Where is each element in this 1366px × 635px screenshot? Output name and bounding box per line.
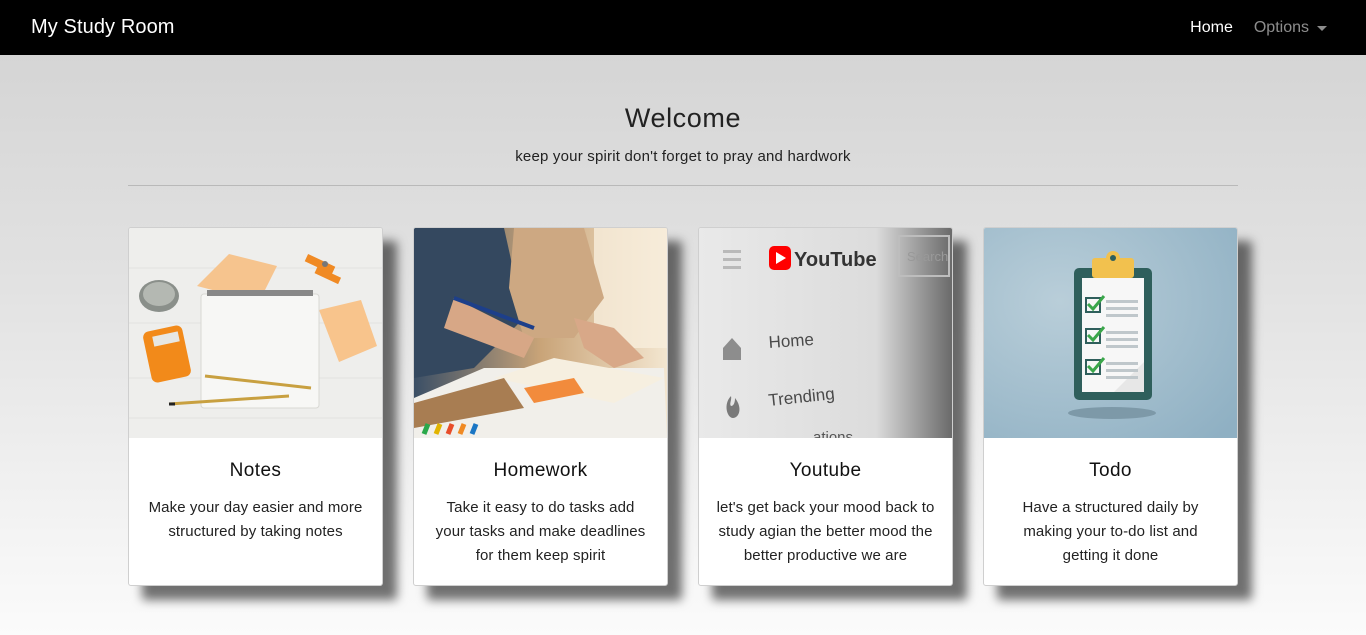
menu-icon [723, 250, 741, 269]
notes-desk-image [129, 228, 382, 438]
header-divider [128, 185, 1238, 186]
brand-title[interactable]: My Study Room [31, 16, 175, 39]
card-title: Notes [229, 460, 282, 481]
nav-options-label: Options [1253, 18, 1309, 36]
youtube-screen-image: YouTube Search Home Trending ations [699, 228, 952, 438]
card-homework[interactable]: Homework Take it easy to do tasks add yo… [413, 227, 668, 586]
welcome-header: Welcome keep your spirit don't forget to… [128, 103, 1238, 165]
menu-partial-text: ations [813, 429, 853, 438]
card-text: let's get back your mood back to study a… [716, 499, 935, 564]
nav-links: Home Options [1190, 19, 1335, 37]
card-title: Youtube [789, 460, 862, 481]
nav-home-link[interactable]: Home [1190, 19, 1233, 37]
card-text: Have a structured daily by making your t… [1022, 499, 1199, 564]
nav-options-dropdown[interactable]: Options [1254, 19, 1327, 37]
menu-home-text: Home [768, 330, 815, 352]
feature-cards: Notes Make your day easier and more stru… [128, 227, 1238, 586]
clipboard-checklist-image [984, 228, 1237, 438]
card-todo[interactable]: Todo Have a structured daily by making y… [983, 227, 1238, 586]
page-subtitle: keep your spirit don't forget to pray an… [515, 148, 851, 165]
homework-study-image [414, 228, 667, 438]
card-title: Todo [1089, 460, 1132, 481]
card-youtube[interactable]: YouTube Search Home Trending ations Yout… [698, 227, 953, 586]
card-text: Take it easy to do tasks add your tasks … [435, 499, 646, 564]
chevron-down-icon [1317, 26, 1327, 31]
top-navbar: My Study Room Home Options [0, 0, 1366, 55]
youtube-search-text: Search [907, 249, 948, 264]
youtube-logo-text: YouTube [794, 249, 877, 271]
card-text: Make your day easier and more structured… [148, 499, 363, 540]
card-notes[interactable]: Notes Make your day easier and more stru… [128, 227, 383, 586]
page-title: Welcome [624, 103, 742, 133]
card-title: Homework [493, 460, 588, 481]
